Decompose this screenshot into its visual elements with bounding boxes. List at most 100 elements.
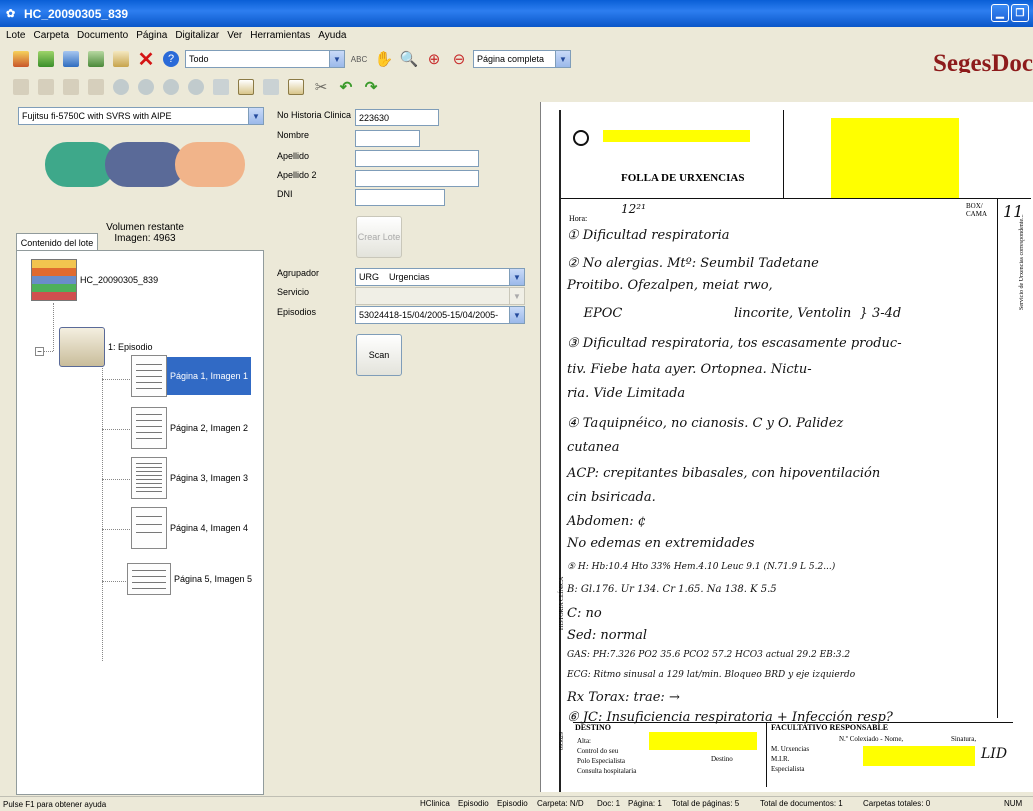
hand-pan-icon[interactable]: ✋ xyxy=(373,48,395,70)
flip-icon[interactable] xyxy=(160,76,182,98)
logo-mark xyxy=(573,130,589,146)
code-label: 095629 xyxy=(559,732,565,750)
chevron-down-icon: ▼ xyxy=(509,288,524,304)
status-carpetas-totales: Carpetas totales: 0 xyxy=(863,799,931,808)
page-move-icon[interactable] xyxy=(285,76,307,98)
tree-page-2[interactable]: Página 2, Imagen 2 xyxy=(131,407,251,449)
maximize-button[interactable]: ❐ xyxy=(1011,4,1029,22)
save-icon[interactable] xyxy=(85,48,107,70)
menu-documento[interactable]: Documento xyxy=(73,30,132,41)
dni-input[interactable] xyxy=(355,189,445,206)
zoom-icon[interactable]: 🔍 xyxy=(398,48,420,70)
status-total-documentos: Total de documentos: 1 xyxy=(760,799,843,808)
window-title: HC_20090305_839 xyxy=(24,6,129,21)
scanner-select[interactable]: Fujitsu fi-5750C with SVRS with AIPE ▼ xyxy=(18,107,264,125)
dni-label: DNI xyxy=(277,189,293,199)
page-thumbnail-icon xyxy=(131,507,167,549)
historia-input[interactable]: 223630 xyxy=(355,109,439,126)
left-panel: Fujitsu fi-5750C with SVRS with AIPE ▼ V… xyxy=(10,102,266,795)
open-folder-icon[interactable] xyxy=(35,48,57,70)
apellido2-label: Apellido 2 xyxy=(277,170,317,180)
form-title: FOLLA DE URXENCIAS xyxy=(621,172,745,184)
menu-ver[interactable]: Ver xyxy=(223,30,246,41)
filter-select[interactable]: Todo ▼ xyxy=(185,50,345,68)
signature-mark: LID xyxy=(981,746,1008,762)
status-hclinica: HClinica xyxy=(420,799,450,808)
facultativo-label: FACULTATIVO RESPONSABLE xyxy=(771,723,889,732)
servicio-select[interactable]: ▼ xyxy=(355,287,525,305)
next-page-icon[interactable] xyxy=(60,76,82,98)
redaction-block xyxy=(831,118,959,198)
chevron-down-icon: ▼ xyxy=(509,269,524,285)
undo-icon[interactable]: ↶ xyxy=(335,76,357,98)
menu-pagina[interactable]: Página xyxy=(132,30,171,41)
menu-lote[interactable]: Lote xyxy=(2,30,29,41)
cut-icon[interactable]: ✂ xyxy=(310,76,332,98)
first-page-icon[interactable] xyxy=(10,76,32,98)
delete-icon[interactable]: ✕ xyxy=(135,48,157,71)
hora-label: Hora: xyxy=(569,214,588,223)
crear-lote-button[interactable]: Crear Lote xyxy=(356,216,402,258)
status-bar: Pulse F1 para obtener ayuda HClinica Epi… xyxy=(0,796,1033,811)
page-insert-icon[interactable] xyxy=(210,76,232,98)
menu-ayuda[interactable]: Ayuda xyxy=(314,30,350,41)
apellido-input[interactable] xyxy=(355,150,479,167)
minimize-button[interactable]: ▁ xyxy=(991,4,1009,22)
scan-stop-icon[interactable] xyxy=(175,142,245,187)
tree-page-3[interactable]: Página 3, Imagen 3 xyxy=(131,457,251,499)
historia-label: No Historia Clinica xyxy=(277,110,352,120)
status-carpeta: Carpeta: N/D xyxy=(537,799,584,808)
apellido2-input[interactable] xyxy=(355,170,479,187)
agrupador-select-value: URG Urgencias xyxy=(359,272,430,282)
status-doc: Doc: 1 xyxy=(597,799,621,808)
tree-page-5[interactable]: Página 5, Imagen 5 xyxy=(127,563,255,595)
help-icon[interactable]: ? xyxy=(160,48,182,70)
page-append-icon[interactable] xyxy=(235,76,257,98)
batch-tree: HC_20090305_839 − 1: Episodio Página 1, … xyxy=(16,250,264,795)
tree-page-label: Página 3, Imagen 3 xyxy=(170,473,249,483)
apellido-label: Apellido xyxy=(277,151,310,161)
status-pagina: Página: 1 xyxy=(628,799,662,808)
redaction-block xyxy=(863,746,975,766)
destino-label: DESTINO xyxy=(575,723,612,732)
episode-folder-icon xyxy=(59,327,105,367)
tree-page-4[interactable]: Página 4, Imagen 4 xyxy=(131,507,251,549)
open-document-icon[interactable] xyxy=(60,48,82,70)
tree-page-label: Página 5, Imagen 5 xyxy=(174,574,253,584)
patient-form: No Historia Clinica 223630 Nombre Apelli… xyxy=(272,102,532,792)
status-episodio-1: Episodio xyxy=(458,799,489,808)
prev-page-icon[interactable] xyxy=(35,76,57,98)
edit-document-icon[interactable] xyxy=(110,48,132,70)
mirror-icon[interactable] xyxy=(185,76,207,98)
agrupador-select[interactable]: URG Urgencias ▼ xyxy=(355,268,525,286)
zoom-select[interactable]: Página completa ▼ xyxy=(473,50,571,68)
zoom-select-value: Página completa xyxy=(477,54,545,64)
status-num: NUM xyxy=(1004,799,1023,808)
page-thumbnail-icon xyxy=(131,407,167,449)
tree-page-1[interactable]: Página 1, Imagen 1 xyxy=(131,355,252,397)
tree-root-batch[interactable]: HC_20090305_839 xyxy=(31,259,161,301)
servicio-label: Servicio xyxy=(277,287,310,297)
document-viewer[interactable]: FOLLA DE URXENCIAS Hora: 12²¹ BOX/ CAMA … xyxy=(540,102,1033,792)
zoom-out-icon[interactable]: ⊖ xyxy=(448,48,470,70)
menu-carpeta[interactable]: Carpeta xyxy=(29,30,73,41)
menu-digitalizar[interactable]: Digitalizar xyxy=(171,30,223,41)
rotate-left-icon[interactable] xyxy=(110,76,132,98)
menu-herramientas[interactable]: Herramientas xyxy=(246,30,314,41)
nombre-input[interactable] xyxy=(355,130,420,147)
ocr-icon[interactable]: ABC xyxy=(348,48,370,70)
status-total-paginas: Total de páginas: 5 xyxy=(672,799,740,808)
collapse-icon[interactable]: − xyxy=(35,347,44,356)
tab-contenido-del-lote[interactable]: Contenido del lote xyxy=(16,233,98,251)
zoom-in-icon[interactable]: ⊕ xyxy=(423,48,445,70)
status-episodio-2: Episodio xyxy=(497,799,528,808)
episodios-select[interactable]: 53024418-15/04/2005-15/04/2005- ▼ xyxy=(355,306,525,324)
page-copy-icon[interactable] xyxy=(260,76,282,98)
last-page-icon[interactable] xyxy=(85,76,107,98)
rotate-right-icon[interactable] xyxy=(135,76,157,98)
new-batch-icon[interactable] xyxy=(10,48,32,70)
chevron-down-icon: ▼ xyxy=(509,307,524,323)
redo-icon[interactable]: ↷ xyxy=(360,76,382,98)
scan-button[interactable]: Scan xyxy=(356,334,402,376)
volume-label: Volumen restante xyxy=(106,222,184,233)
